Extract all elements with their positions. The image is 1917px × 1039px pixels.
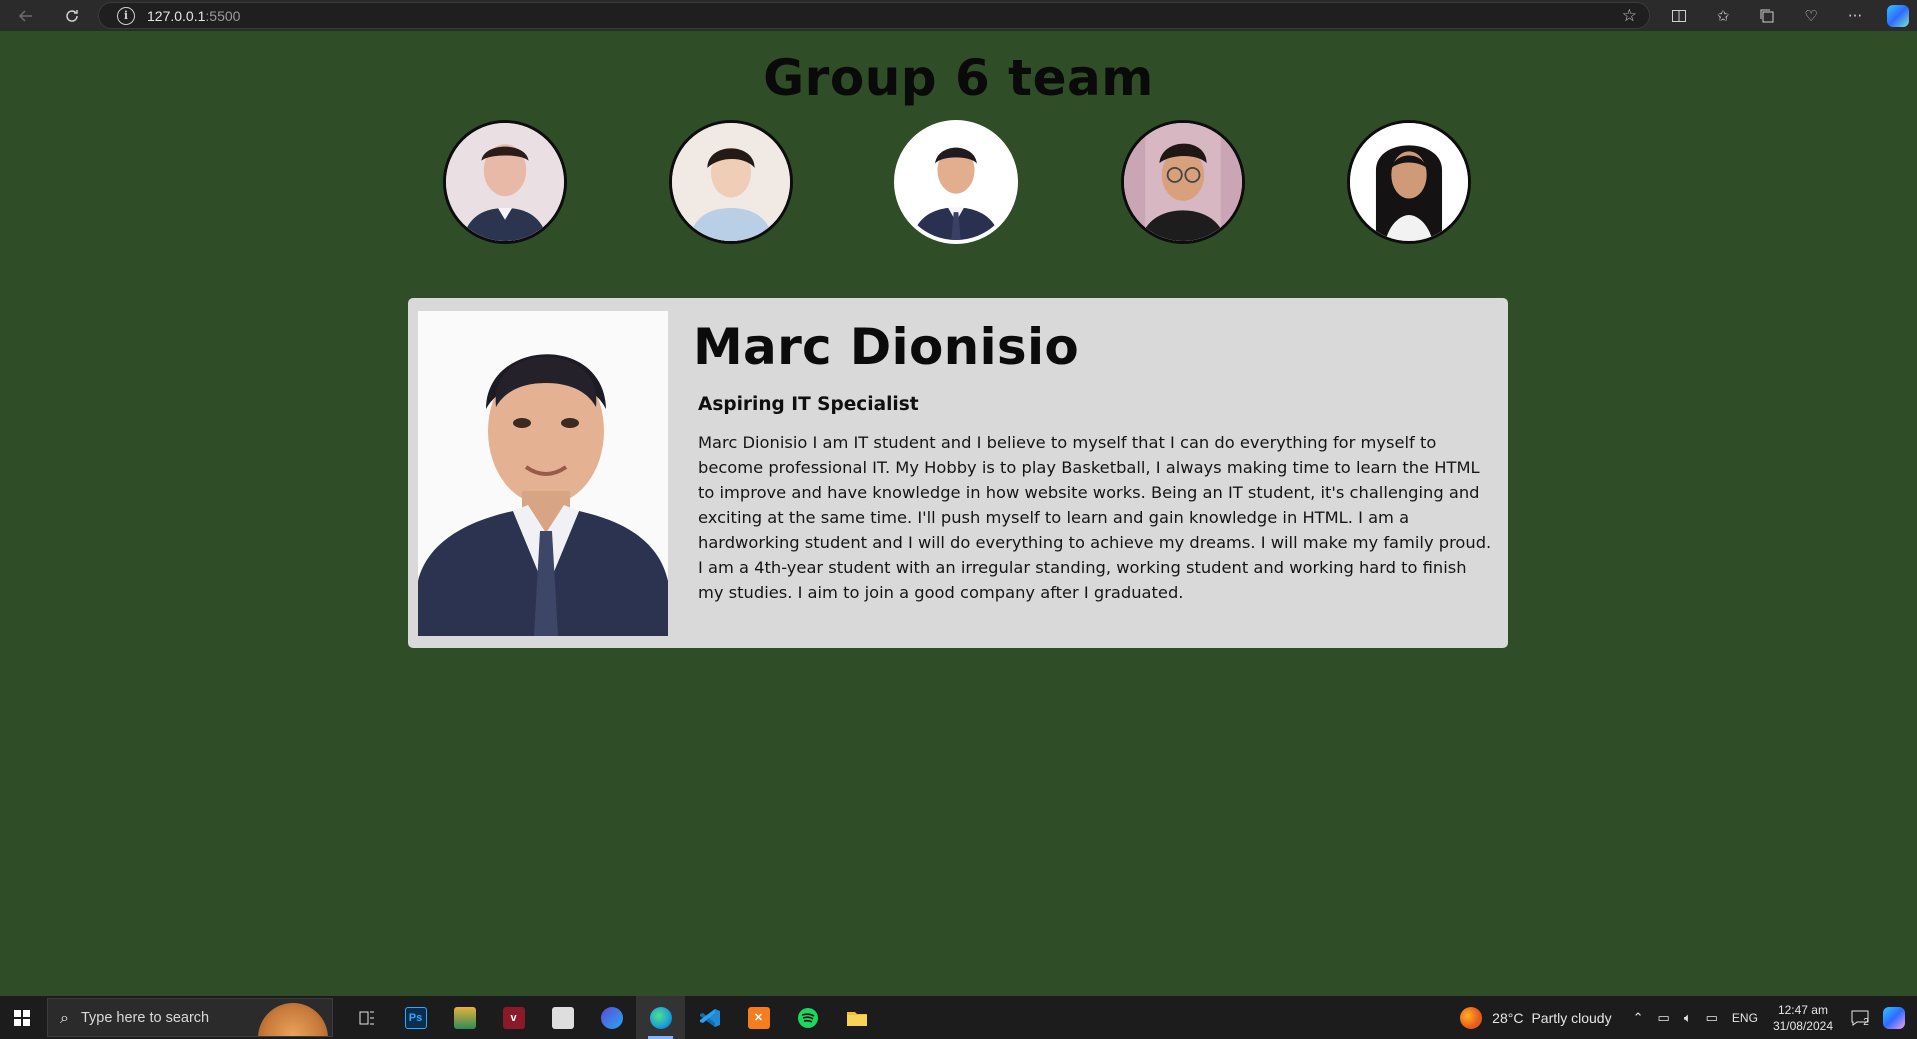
volume-icon[interactable]: 🔈︎ [1684,1010,1692,1026]
profile-role: Aspiring IT Specialist [698,394,919,415]
profile-bio: Marc Dionisio I am IT student and I beli… [698,433,1492,602]
avatar-member-5[interactable] [1347,120,1471,244]
chevron-up-icon[interactable]: ⌃ [1633,1010,1644,1026]
system-tray: 28°C Partly cloudy ⌃ ▭ 🔈︎ ▭ ENG 12:47 am… [1460,996,1917,1039]
avatar-member-3[interactable] [894,120,1018,244]
browser-toolbar: i 127.0.0.1:5500 ☆ ✩ ♡ ··· [0,0,1917,31]
meet-now-icon[interactable]: ▭ [1658,1010,1670,1026]
network-icon[interactable]: ▭ [1706,1010,1718,1026]
app-red-icon[interactable]: v [489,996,538,1039]
weather-text[interactable]: Partly cloudy [1531,1010,1611,1026]
windows-taskbar: ⌕ Type here to search Ps v ✕ 28°C Partly… [0,996,1917,1039]
game-icon[interactable] [538,996,587,1039]
favorite-star-icon[interactable]: ☆ [1622,6,1637,26]
xampp-glyph: ✕ [747,1006,770,1029]
search-highlight-image [258,1003,328,1036]
search-placeholder: Type here to search [80,1009,210,1026]
collections-icon[interactable] [1755,4,1779,28]
edge-glyph [649,1006,672,1029]
photoshop-icon[interactable]: Ps [391,996,440,1039]
game-glyph [551,1006,574,1029]
notification-count: 2 [1863,1017,1869,1028]
windows-logo-icon [14,1009,30,1026]
back-arrow-icon[interactable] [14,4,38,28]
sketchbook-icon[interactable] [440,996,489,1039]
avatar-member-4[interactable] [1121,120,1245,244]
notification-icon[interactable]: 2 [1845,1007,1875,1028]
search-icon: ⌕ [60,1007,69,1027]
address-bar[interactable]: i 127.0.0.1:5500 ☆ [98,2,1650,29]
xampp-icon[interactable]: ✕ [734,996,783,1039]
spotify-icon[interactable] [783,996,832,1039]
photoshop-label: Ps [404,1006,427,1029]
clock[interactable]: 12:47 am 31/08/2024 [1773,1002,1833,1034]
app-red-glyph: v [502,1006,525,1029]
vscode-glyph [699,1008,720,1027]
page-body: Group 6 team Marc Dionisio Aspiring IT S… [0,31,1917,996]
profile-photo [418,311,668,636]
clipchamp-icon[interactable] [587,996,636,1039]
url-port: :5500 [205,7,241,24]
vscode-icon[interactable] [685,996,734,1039]
url-host: 127.0.0.1 [147,7,206,24]
site-info-icon[interactable]: i [117,6,135,25]
file-explorer-icon[interactable] [832,996,881,1039]
more-icon[interactable]: ··· [1843,4,1867,28]
split-screen-icon[interactable] [1667,4,1691,28]
sketchbook-glyph [453,1006,476,1029]
profile-name: Marc Dionisio [693,318,1080,376]
task-view-icon[interactable] [342,996,391,1039]
page-title: Group 6 team [763,49,1154,107]
url-text[interactable]: 127.0.0.1:5500 [147,8,240,24]
profile-card: Marc Dionisio Aspiring IT Specialist Mar… [408,298,1508,648]
edge-icon[interactable] [636,996,685,1039]
avatar-member-1[interactable] [443,120,567,244]
spotify-glyph [797,1007,818,1028]
team-avatar-row [0,120,1917,250]
browser-essentials-icon[interactable]: ♡ [1799,4,1823,28]
copilot-taskbar-icon[interactable] [1883,1006,1905,1029]
weather-temp[interactable]: 28°C [1492,1010,1523,1026]
reload-icon[interactable] [60,4,84,28]
favorites-icon[interactable]: ✩ [1711,4,1735,28]
clock-date: 31/08/2024 [1772,1018,1833,1033]
start-button[interactable] [0,996,44,1039]
weather-icon[interactable] [1460,1006,1483,1029]
language-indicator[interactable]: ENG [1732,1011,1758,1025]
avatar-member-2[interactable] [669,120,793,244]
clipchamp-glyph [600,1006,623,1029]
copilot-icon[interactable] [1887,4,1909,27]
clock-time: 12:47 am [1777,1002,1828,1017]
taskbar-apps: Ps v ✕ [342,996,881,1039]
taskbar-search[interactable]: ⌕ Type here to search [47,998,333,1037]
folder-glyph [846,1011,867,1026]
